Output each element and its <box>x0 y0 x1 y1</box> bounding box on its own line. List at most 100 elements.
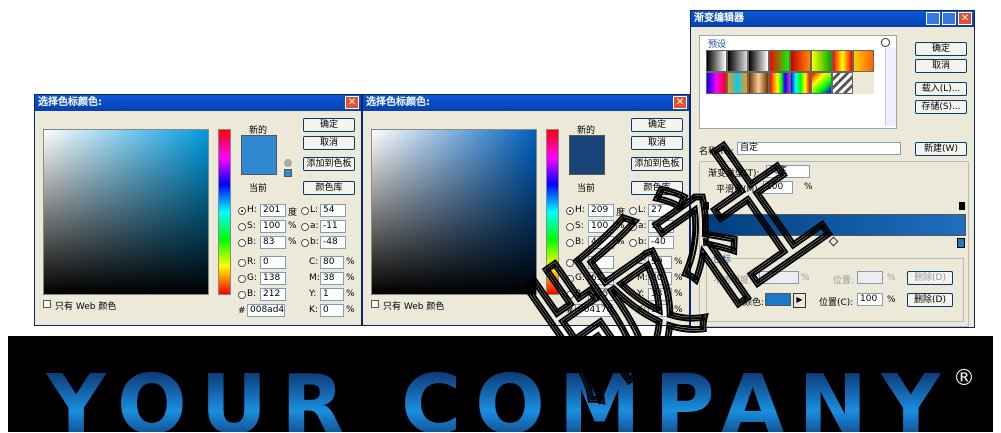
dialog-title-bar: 选择色标颜色: ✕ <box>35 95 361 111</box>
current-color-swatch[interactable] <box>241 155 277 175</box>
green-radio[interactable] <box>238 275 246 283</box>
color-field[interactable] <box>43 129 209 295</box>
close-icon[interactable]: ✕ <box>345 96 359 109</box>
lab-b-field[interactable]: -48 <box>320 236 346 249</box>
company-logo-banner: YOUR COMPANY ® <box>8 336 993 432</box>
lab-a-label: a: <box>310 221 319 231</box>
current-color-swatch[interactable] <box>569 155 605 175</box>
logo-text: YOUR COMPANY <box>8 358 993 432</box>
web-colors-only-label: 只有 Web 颜色 <box>55 302 117 312</box>
preset-swatch[interactable] <box>811 72 832 94</box>
web-safe-swatch[interactable] <box>284 169 292 177</box>
magenta-label: M: <box>309 273 320 283</box>
hue-unit: 度 <box>288 208 298 218</box>
preset-swatch[interactable] <box>811 50 832 72</box>
lab-l-field[interactable]: 54 <box>320 204 346 217</box>
lab-b-radio[interactable] <box>301 239 309 247</box>
yellow-label: Y: <box>309 289 317 299</box>
cyan-label: C: <box>309 257 319 267</box>
ok-button[interactable]: 确定 <box>303 118 355 132</box>
brightness-label: B: <box>247 237 257 247</box>
load-button[interactable]: 载入(L)... <box>915 82 967 96</box>
cancel-button[interactable]: 取消 <box>303 136 355 150</box>
gamut-warning-icon[interactable] <box>284 159 292 167</box>
close-icon[interactable]: ✕ <box>673 96 687 109</box>
hue-radio[interactable] <box>238 207 246 215</box>
yellow-field[interactable]: 1 <box>320 288 344 301</box>
preset-swatch[interactable] <box>790 50 811 72</box>
saturation-field[interactable]: 100 <box>260 220 286 233</box>
delete-color-stop-button[interactable]: 删除(D) <box>907 293 953 307</box>
opacity-stop-right[interactable] <box>959 202 965 210</box>
cyan-field[interactable]: 80 <box>320 256 344 269</box>
green-field[interactable]: 138 <box>260 272 286 285</box>
ok-button[interactable]: 确定 <box>915 42 967 56</box>
save-button[interactable]: 存储(S)... <box>915 100 967 114</box>
lab-b-label: b: <box>310 237 319 247</box>
blue-radio[interactable] <box>238 291 246 299</box>
preset-swatch[interactable] <box>727 50 748 72</box>
color-position-field[interactable]: 100 <box>857 293 883 306</box>
cyan-unit: % <box>346 257 355 267</box>
red-field[interactable]: 0 <box>260 256 286 269</box>
preset-swatch[interactable] <box>832 72 853 94</box>
magenta-field[interactable]: 38 <box>320 272 344 285</box>
hex-field[interactable]: 008ad4 <box>247 304 285 317</box>
new-gradient-button[interactable]: 新建(W) <box>915 142 967 156</box>
brightness-field[interactable]: 83 <box>260 236 286 249</box>
black-unit: % <box>346 305 355 315</box>
preset-swatch[interactable] <box>769 72 790 94</box>
color-picker-dialog-1: 选择色标颜色: ✕ 新的 当前 确定 取消 添加到色板 颜色库 H: 201 度… <box>34 94 362 326</box>
blue-field[interactable]: 212 <box>260 288 286 301</box>
black-label: K: <box>309 305 318 315</box>
close-icon[interactable]: ✕ <box>958 12 972 25</box>
preset-swatch[interactable] <box>748 72 769 94</box>
lab-a-field[interactable]: -11 <box>320 220 346 233</box>
brightness-radio[interactable] <box>238 239 246 247</box>
presets-label: 预设 <box>708 40 727 50</box>
web-colors-only-checkbox[interactable] <box>371 300 379 308</box>
preset-swatch[interactable] <box>853 50 874 72</box>
red-label: R: <box>247 257 257 267</box>
new-color-swatch <box>569 135 605 155</box>
current-color-label: 当前 <box>249 184 268 194</box>
opacity-position-unit: % <box>887 273 896 283</box>
saturation-radio[interactable] <box>238 223 246 231</box>
preset-swatch[interactable] <box>706 50 727 72</box>
dialog-title-bar: 渐变编辑器 ✕ <box>691 11 974 27</box>
black-field[interactable]: 0 <box>320 304 344 317</box>
delete-opacity-stop-button[interactable]: 删除(D) <box>907 271 953 285</box>
red-radio[interactable] <box>238 259 246 267</box>
lab-a-radio[interactable] <box>301 223 309 231</box>
opacity-position-label: 位置: <box>833 276 855 286</box>
color-libraries-button[interactable]: 颜色库 <box>303 181 355 195</box>
color-position-unit: % <box>887 295 896 305</box>
lab-l-radio[interactable] <box>301 207 309 215</box>
preset-swatch[interactable] <box>748 50 769 72</box>
color-position-label: 位置(C): <box>819 298 854 308</box>
brightness-unit: % <box>288 237 297 247</box>
presets-menu-icon[interactable] <box>881 38 890 47</box>
hue-slider[interactable] <box>218 129 231 295</box>
add-to-swatches-button[interactable]: 添加到色板 <box>303 157 355 171</box>
cancel-button[interactable]: 取消 <box>915 59 967 73</box>
dialog-title: 选择色标颜色: <box>366 97 430 108</box>
preset-swatch[interactable] <box>832 50 853 72</box>
color-stop-right[interactable] <box>957 238 965 248</box>
preset-swatch[interactable] <box>853 72 874 94</box>
hue-label: H: <box>247 205 257 215</box>
web-colors-only-label: 只有 Web 颜色 <box>383 302 445 312</box>
dialog-title: 选择色标颜色: <box>38 97 102 108</box>
registered-mark: ® <box>953 366 975 391</box>
preset-swatch[interactable] <box>769 50 790 72</box>
presets-scrollbar[interactable] <box>885 48 896 126</box>
hue-field[interactable]: 201 <box>260 204 286 217</box>
maximize-icon[interactable] <box>942 12 956 25</box>
opacity-position-field[interactable] <box>857 271 883 284</box>
web-colors-only-checkbox[interactable] <box>43 300 51 308</box>
minimize-icon[interactable] <box>926 12 940 25</box>
dialog-title-bar: 选择色标颜色: ✕ <box>363 95 689 111</box>
preset-swatch[interactable] <box>790 72 811 94</box>
blue-label: B: <box>247 289 257 299</box>
dialog-title: 渐变编辑器 <box>694 13 744 24</box>
